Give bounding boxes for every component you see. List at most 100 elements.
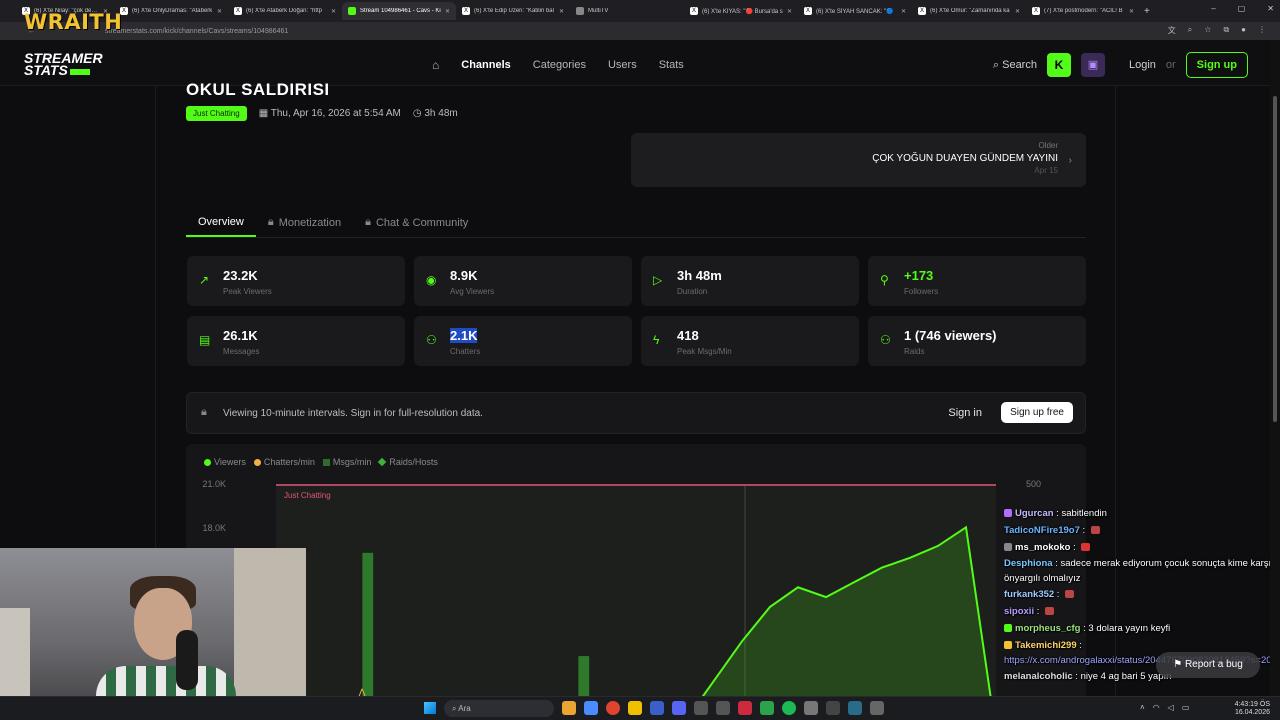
scrollbar-thumb[interactable] bbox=[1273, 96, 1277, 422]
window-controls: – ▢ ✕ bbox=[1211, 4, 1274, 13]
stream-date: ▦ Thu, Apr 16, 2026 at 5:54 AM bbox=[258, 108, 401, 119]
eye-icon: ◉ bbox=[426, 273, 437, 287]
close-tab-icon[interactable]: ✕ bbox=[901, 8, 906, 15]
zoom-icon[interactable]: ⌕ bbox=[1188, 25, 1192, 36]
bookmark-star-icon[interactable]: ☆ bbox=[1204, 25, 1211, 36]
app-icon[interactable] bbox=[650, 701, 664, 715]
windows-start-icon[interactable] bbox=[424, 702, 436, 714]
emote-icon bbox=[1081, 543, 1091, 551]
app-icon[interactable] bbox=[694, 701, 708, 715]
browser-tab[interactable]: X (6) X'te Edip Üzeri: "Katilin bal ✕ bbox=[456, 2, 570, 20]
home-icon[interactable]: ⌂ bbox=[432, 58, 439, 72]
minimize-icon[interactable]: – bbox=[1211, 4, 1215, 13]
wraith-overlay-logo: WRAITH bbox=[24, 10, 123, 34]
twitch-platform-icon[interactable]: ▣ bbox=[1080, 53, 1105, 77]
users-icon: ⚇ bbox=[880, 333, 891, 347]
discord-icon[interactable] bbox=[672, 701, 686, 715]
tab-overview[interactable]: Overview bbox=[186, 208, 256, 237]
older-stream-card[interactable]: Older ÇOK YOĞUN DUAYEN GÜNDEM YAYINI Apr… bbox=[631, 133, 1086, 187]
tab-chat-community[interactable]: 🔒︎ Chat & Community bbox=[353, 208, 480, 237]
browser-tab-bar: X(6) X'te Nilay: "çok değil 2.5 s✕ X(6) … bbox=[0, 0, 1280, 22]
chat-message: furkank352 : bbox=[1004, 586, 1280, 603]
maximize-icon[interactable]: ▢ bbox=[1238, 4, 1246, 13]
extensions-icon[interactable]: ⧉ bbox=[1223, 25, 1229, 36]
category-badge[interactable]: Just Chatting bbox=[186, 106, 247, 121]
taskbar-search[interactable]: ⌕ Ara bbox=[444, 700, 554, 717]
stat-card-followers: ⚲ +173 Followers bbox=[868, 256, 1086, 306]
url-field[interactable]: streamerstats.com/kick/channels/Cavs/str… bbox=[105, 28, 288, 35]
spotify-icon[interactable] bbox=[782, 701, 796, 715]
browser-tab[interactable]: X (6) X'te OnlyDramas: "Ataberk ✕ bbox=[114, 2, 228, 20]
wifi-icon[interactable]: ◠ bbox=[1153, 703, 1160, 712]
browser-tab[interactable]: X (7) X'te postmodern: "ACİL! B ✕ bbox=[1026, 2, 1140, 20]
nav-users[interactable]: Users bbox=[608, 59, 637, 71]
stat-card-duration: ▷ 3h 48m Duration bbox=[641, 256, 859, 306]
app-icon[interactable] bbox=[562, 701, 576, 715]
close-tab-icon[interactable]: ✕ bbox=[445, 8, 450, 15]
browser-tab-active[interactable]: Stream 104986461 - Cavs - Ki ✕ bbox=[342, 2, 456, 20]
tab-monetization[interactable]: 🔒︎ Monetization bbox=[256, 208, 353, 237]
address-bar-actions: 文 ⌕ ☆ ⧉ ● ⋮ bbox=[1168, 25, 1266, 36]
signup-button[interactable]: Sign up bbox=[1185, 52, 1248, 78]
translate-icon[interactable]: 文 bbox=[1168, 25, 1176, 36]
folder-icon[interactable] bbox=[628, 701, 642, 715]
chat-message: TadicoNFire19o7 : bbox=[1004, 522, 1280, 539]
app-icon[interactable] bbox=[760, 701, 774, 715]
close-tab-icon[interactable]: ✕ bbox=[559, 8, 564, 15]
nav-stats[interactable]: Stats bbox=[659, 59, 684, 71]
login-link[interactable]: Login bbox=[1129, 59, 1156, 71]
report-bug-button[interactable]: ⚑ Report a bug bbox=[1156, 652, 1260, 678]
taskbar-clock[interactable]: 4:43:19 ÖS 16.04.2026 bbox=[1235, 701, 1270, 717]
nav-channels[interactable]: Channels bbox=[461, 59, 511, 71]
browser-tab[interactable]: MultiTV bbox=[570, 2, 684, 20]
browser-tab[interactable]: X (6) X'te Ömür: "Zamanında ka ✕ bbox=[912, 2, 1026, 20]
y-tick-label-right: 500 bbox=[1026, 479, 1041, 489]
chat-message: morpheus_cfg : 3 dolara yayın keyfi bbox=[1004, 620, 1280, 637]
profile-icon[interactable]: ● bbox=[1241, 25, 1246, 36]
close-tab-icon[interactable]: ✕ bbox=[1015, 8, 1020, 15]
or-text: or bbox=[1165, 59, 1176, 71]
chat-badge-icon bbox=[1004, 641, 1012, 649]
bolt-icon: ϟ bbox=[653, 333, 660, 347]
volume-icon[interactable]: ◁ bbox=[1168, 703, 1174, 712]
menu-kebab-icon[interactable]: ⋮ bbox=[1258, 25, 1266, 36]
battery-icon[interactable]: ▭ bbox=[1182, 703, 1190, 712]
kick-platform-icon[interactable]: K bbox=[1046, 53, 1071, 77]
page-scrollbar[interactable] bbox=[1270, 40, 1280, 696]
chevron-up-icon[interactable]: ˄ bbox=[1140, 703, 1145, 712]
browser-tab[interactable]: X (6) X'te SİYAH SANCAK: "🔵 ✕ bbox=[798, 2, 912, 20]
app-icon[interactable] bbox=[716, 701, 730, 715]
user-plus-icon: ⚲ bbox=[880, 273, 889, 287]
chrome-icon[interactable] bbox=[606, 701, 620, 715]
emote-icon bbox=[1065, 590, 1075, 598]
search-button[interactable]: ⌕ Search bbox=[993, 59, 1037, 72]
app-icon[interactable] bbox=[804, 701, 818, 715]
app-icon[interactable] bbox=[848, 701, 862, 715]
close-window-icon[interactable]: ✕ bbox=[1267, 4, 1274, 13]
emote-icon bbox=[1045, 607, 1055, 615]
x-logo-icon: X bbox=[804, 7, 812, 15]
close-tab-icon[interactable]: ✕ bbox=[787, 8, 792, 15]
app-icon[interactable] bbox=[738, 701, 752, 715]
stat-card-peak-viewers: ↗ 23.2K Peak Viewers bbox=[187, 256, 405, 306]
chat-message: sipoxii : bbox=[1004, 603, 1280, 620]
stream-title: OKUL SALDIRISI bbox=[186, 80, 330, 99]
chart-plot[interactable]: 21.0K 18.0K 500 Just Chatting ⋀ bbox=[186, 444, 1086, 720]
new-tab-icon[interactable]: + bbox=[1144, 6, 1150, 17]
signin-link[interactable]: Sign in bbox=[948, 407, 982, 419]
streamerstats-logo[interactable]: STREAMER STATS bbox=[24, 51, 103, 77]
app-icon[interactable] bbox=[870, 701, 884, 715]
stream-chart: Viewers Chatters/min Msgs/min Raids/Host… bbox=[186, 444, 1086, 720]
close-tab-icon[interactable]: ✕ bbox=[331, 8, 336, 15]
older-stream-title: ÇOK YOĞUN DUAYEN GÜNDEM YAYINI bbox=[872, 153, 1058, 164]
close-tab-icon[interactable]: ✕ bbox=[1129, 8, 1134, 15]
app-icon[interactable] bbox=[826, 701, 840, 715]
app-icon[interactable] bbox=[584, 701, 598, 715]
signup-free-button[interactable]: Sign up free bbox=[1001, 402, 1073, 423]
nav-categories[interactable]: Categories bbox=[533, 59, 586, 71]
browser-tab[interactable]: X (6) X'te Ataberk Doğan: "http ✕ bbox=[228, 2, 342, 20]
webcam-wall bbox=[234, 548, 306, 720]
streamerstats-favicon-icon bbox=[348, 7, 356, 15]
browser-tab[interactable]: X (6) X'te KIYAS: "🔴 Bursa'da s ✕ bbox=[684, 2, 798, 20]
close-tab-icon[interactable]: ✕ bbox=[217, 8, 222, 15]
